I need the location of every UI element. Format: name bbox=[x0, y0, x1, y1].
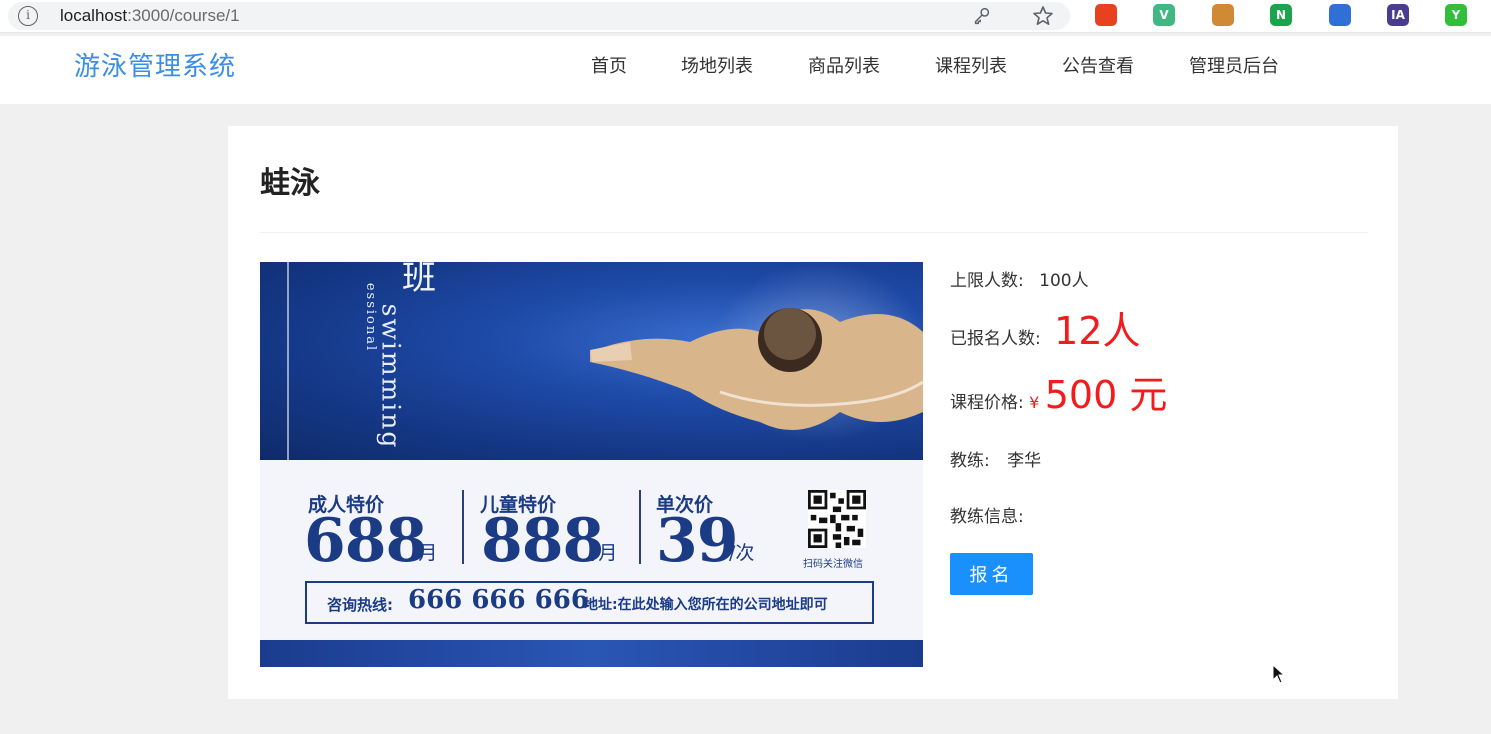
price-row: 课程价格: ¥ 500 元 bbox=[950, 364, 1167, 419]
address-bar[interactable]: i localhost:3000/course/1 bbox=[8, 2, 1070, 30]
enrolled-label: 已报名人数: bbox=[950, 329, 1041, 349]
qr-code-icon bbox=[808, 490, 866, 548]
course-detail-card: 蛙泳 班 swimming essional 成人特价 688 /月 儿童特价 … bbox=[228, 126, 1398, 699]
url-path: :3000/course/1 bbox=[127, 6, 240, 25]
limit-value: 100人 bbox=[1039, 271, 1089, 291]
single-price: 39 bbox=[656, 506, 738, 576]
poster-corner-text: 班 bbox=[402, 262, 436, 298]
poster-vertical-swimming: swimming bbox=[376, 303, 406, 450]
price-currency: ¥ bbox=[1029, 393, 1040, 412]
poster-bottom-strip bbox=[260, 640, 923, 667]
limit-label: 上限人数: bbox=[950, 271, 1024, 291]
adult-price: 688 bbox=[304, 506, 427, 576]
url-host: localhost bbox=[60, 6, 128, 25]
nav-product-list[interactable]: 商品列表 bbox=[808, 52, 880, 78]
hotline-number: 666 666 666 bbox=[408, 585, 589, 615]
blue-circle-extension-icon[interactable] bbox=[1329, 4, 1351, 26]
poster-address: 地址:在此处输入您所在的公司地址即可 bbox=[584, 597, 828, 613]
nav-announcements[interactable]: 公告查看 bbox=[1062, 52, 1134, 78]
green-check-extension-icon[interactable]: Y bbox=[1445, 4, 1467, 26]
bookmark-star-icon[interactable] bbox=[1031, 4, 1055, 28]
hotline-label: 咨询热线: bbox=[327, 596, 393, 614]
price-separator bbox=[639, 490, 641, 564]
coach-label: 教练: bbox=[950, 451, 990, 471]
poster-hotline-box: 咨询热线: 666 666 666 地址:在此处输入您所在的公司地址即可 bbox=[305, 581, 874, 624]
enrolled-value: 12人 bbox=[1054, 309, 1141, 353]
price-value: 500 元 bbox=[1044, 373, 1168, 417]
nav-course-list[interactable]: 课程列表 bbox=[935, 52, 1007, 78]
vue-devtools-icon[interactable]: V bbox=[1153, 4, 1175, 26]
course-title: 蛙泳 bbox=[260, 166, 320, 201]
coach-info-row: 教练信息: bbox=[950, 502, 1024, 527]
child-price: 888 bbox=[481, 506, 604, 576]
poster-vertical-line bbox=[287, 262, 289, 460]
coach-info-label: 教练信息: bbox=[950, 507, 1024, 527]
nav-home[interactable]: 首页 bbox=[591, 52, 627, 78]
top-navbar: 游泳管理系统 首页 场地列表 商品列表 课程列表 公告查看 管理员后台 bbox=[0, 36, 1491, 104]
enrolled-row: 已报名人数: 12人 bbox=[950, 300, 1141, 355]
course-poster-image: 班 swimming essional 成人特价 688 /月 儿童特价 888… bbox=[260, 262, 923, 667]
browser-toolbar: i localhost:3000/course/1 V N IA Y bbox=[0, 0, 1491, 33]
key-icon[interactable] bbox=[971, 5, 993, 27]
nav-admin[interactable]: 管理员后台 bbox=[1189, 52, 1279, 78]
poster-vertical-sub: essional bbox=[363, 282, 379, 353]
mouse-cursor-icon bbox=[1272, 664, 1286, 684]
single-price-unit: /次 bbox=[729, 542, 755, 564]
child-price-unit: /月 bbox=[592, 542, 618, 564]
qr-caption: 扫码关注微信 bbox=[803, 559, 863, 570]
ia-extension-icon[interactable]: IA bbox=[1387, 4, 1409, 26]
price-separator bbox=[462, 490, 464, 564]
swimmer-illustration bbox=[590, 262, 923, 442]
adult-price-unit: /月 bbox=[412, 542, 438, 564]
nav-venue-list[interactable]: 场地列表 bbox=[681, 52, 753, 78]
price-label: 课程价格: bbox=[950, 393, 1024, 413]
n-extension-icon[interactable]: N bbox=[1270, 4, 1292, 26]
brand-logo[interactable]: 游泳管理系统 bbox=[74, 46, 236, 83]
cookie-icon[interactable] bbox=[1212, 4, 1234, 26]
poster-swimmer-photo: 班 swimming essional bbox=[260, 262, 923, 460]
ext-red-icon[interactable] bbox=[1095, 4, 1117, 26]
limit-row: 上限人数: 100人 bbox=[950, 266, 1089, 291]
url-text[interactable]: localhost:3000/course/1 bbox=[60, 6, 240, 26]
info-icon[interactable]: i bbox=[18, 6, 38, 26]
coach-row: 教练: 李华 bbox=[950, 446, 1041, 471]
enroll-button[interactable]: 报名 bbox=[950, 553, 1033, 595]
divider bbox=[260, 232, 1368, 233]
coach-name: 李华 bbox=[1007, 451, 1042, 471]
